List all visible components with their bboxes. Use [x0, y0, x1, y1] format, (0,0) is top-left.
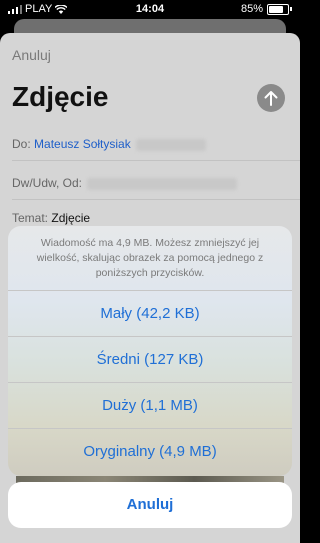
arrow-up-icon: [264, 91, 278, 106]
redacted-sender: [87, 177, 238, 190]
to-field[interactable]: Do: Mateusz Sołtysiak: [12, 137, 207, 151]
status-bar: PLAY 14:04 85%: [0, 0, 300, 20]
redacted-email: [136, 138, 207, 151]
cc-field[interactable]: Dw/Udw, Od:: [12, 176, 238, 190]
subject-label: Temat:: [12, 211, 49, 225]
compose-title: Zdjęcie: [12, 81, 109, 112]
battery-icon: [267, 3, 289, 15]
size-option-medium[interactable]: Średni (127 KB): [8, 337, 292, 383]
subject-field[interactable]: Temat: Zdjęcie: [12, 211, 90, 225]
battery-tip: [290, 7, 292, 11]
to-label: Do:: [12, 137, 31, 151]
cc-label: Dw/Udw, Od:: [12, 176, 83, 190]
action-sheet-cancel-button[interactable]: Anuluj: [8, 482, 292, 528]
action-sheet-message: Wiadomość ma 4,9 MB. Możesz zmniejszyć j…: [8, 226, 292, 291]
battery-percent: 85%: [240, 3, 263, 15]
divider: [12, 199, 300, 200]
subject-value[interactable]: Zdjęcie: [51, 211, 90, 225]
size-option-original[interactable]: Oryginalny (4,9 MB): [8, 429, 292, 475]
to-recipient[interactable]: Mateusz Sołtysiak: [34, 137, 131, 151]
status-right: 85%: [241, 3, 292, 15]
send-button[interactable]: [257, 84, 285, 112]
size-option-large[interactable]: Duży (1,1 MB): [8, 383, 292, 429]
size-option-small[interactable]: Mały (42,2 KB): [8, 291, 292, 337]
divider: [12, 160, 300, 161]
compose-cancel-button[interactable]: Anuluj: [12, 47, 51, 63]
image-size-action-sheet: Wiadomość ma 4,9 MB. Możesz zmniejszyć j…: [8, 226, 292, 476]
